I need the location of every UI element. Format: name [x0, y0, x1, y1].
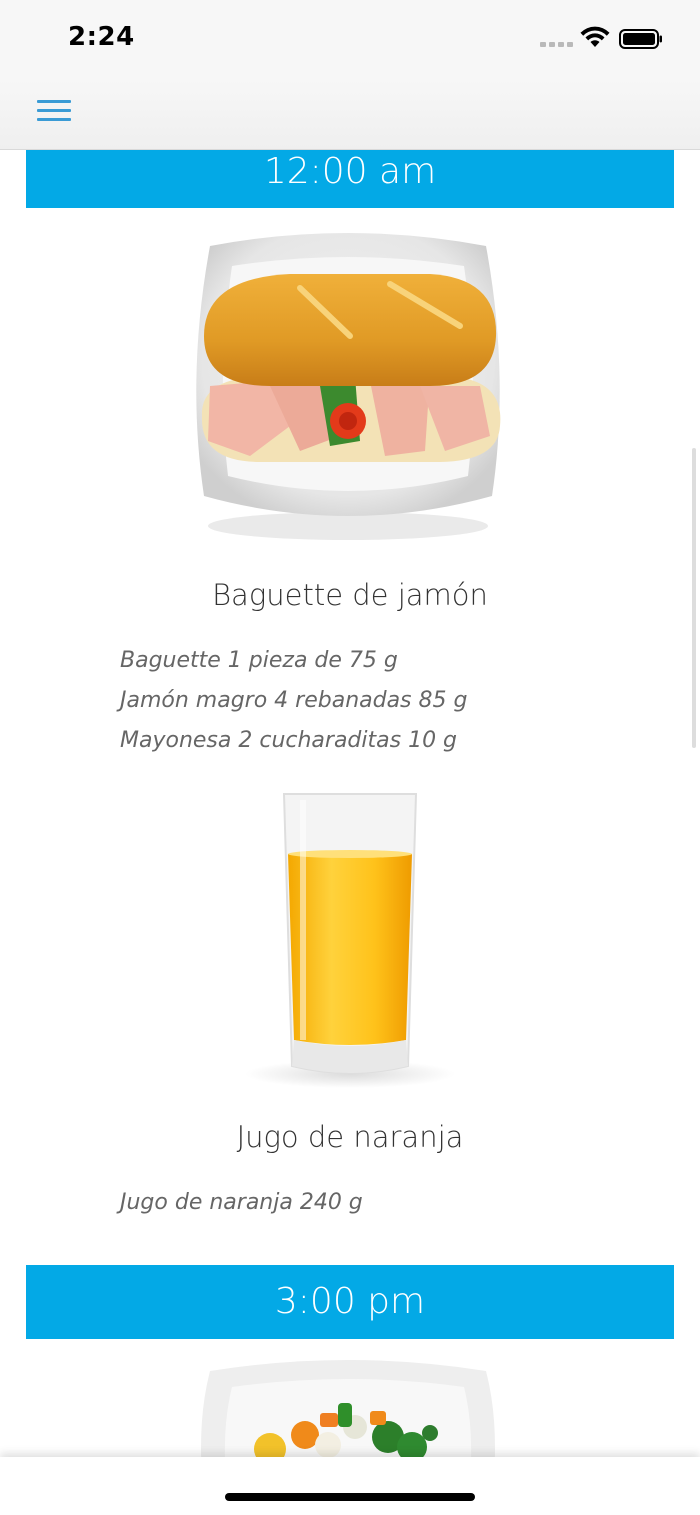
home-indicator[interactable] — [225, 1493, 475, 1501]
meal-plan-scroll[interactable]: 12:00 am Baguette de jamón Baguette 1 pi… — [0, 150, 700, 1457]
navigation-bar — [0, 80, 700, 150]
ham-baguette-plate-image — [196, 233, 501, 540]
ingredient-line: Jugo de naranja 240 g — [120, 1190, 363, 1215]
status-bar: 2:24 — [0, 0, 700, 80]
ingredient-line: Jamón magro 4 rebanadas 85 g — [120, 688, 468, 713]
meal-time-header: 3:00 pm — [26, 1265, 674, 1339]
scroll-indicator — [692, 448, 696, 748]
hamburger-menu-icon[interactable] — [37, 100, 73, 124]
wifi-icon — [580, 26, 610, 47]
bottom-safe-area — [0, 1457, 700, 1515]
battery-icon — [619, 29, 662, 49]
food-name: Baguette de jamón — [212, 578, 488, 612]
meal-time-header: 12:00 am — [26, 150, 674, 208]
vegetable-plate-image — [201, 1360, 495, 1457]
food-name: Jugo de naranja — [236, 1120, 464, 1154]
orange-juice-glass-image — [245, 793, 455, 1088]
status-time: 2:24 — [68, 22, 135, 52]
cellular-signal-icon — [540, 42, 573, 47]
ingredient-line: Mayonesa 2 cucharaditas 10 g — [120, 728, 458, 753]
ingredient-line: Baguette 1 pieza de 75 g — [120, 648, 398, 673]
